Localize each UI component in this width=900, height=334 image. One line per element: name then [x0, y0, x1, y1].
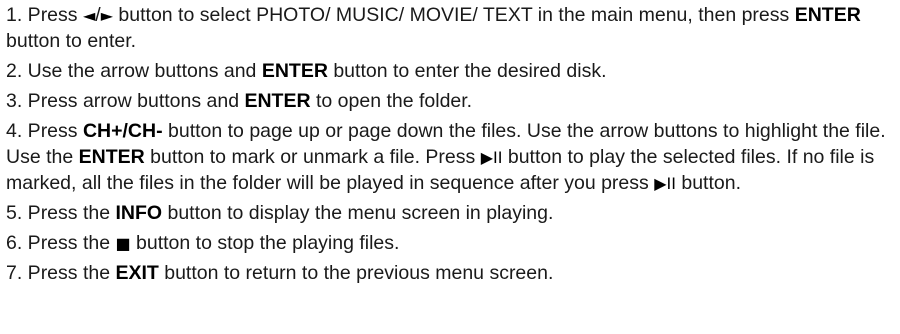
- instruction-step-5: 5. Press the INFO button to display the …: [6, 200, 896, 226]
- right-arrow-icon: ►: [100, 6, 113, 25]
- instruction-step-4: 4. Press CH+/CH- button to page up or pa…: [6, 118, 896, 196]
- step-text: to open the folder.: [310, 90, 473, 112]
- step-text: button.: [675, 172, 741, 194]
- step-text: button to return to the previous menu sc…: [158, 262, 554, 284]
- step-text: Press arrow buttons and: [22, 90, 245, 112]
- step-text: Press: [22, 120, 83, 142]
- stop-icon: ■: [115, 234, 131, 253]
- step-text: button to stop the playing files.: [130, 232, 400, 254]
- step-text: button to enter.: [6, 30, 137, 52]
- step-text: button to enter the desired disk.: [327, 60, 607, 82]
- step-number: 7.: [6, 262, 23, 284]
- step-number: 3.: [6, 90, 23, 112]
- instruction-step-2: 2. Use the arrow buttons and ENTER butto…: [6, 58, 896, 84]
- instruction-step-3: 3. Press arrow buttons and ENTER to open…: [6, 88, 896, 114]
- button-name: INFO: [115, 202, 163, 224]
- step-text: button to mark or unmark a file. Press: [144, 146, 481, 168]
- button-name: ENTER: [78, 146, 145, 168]
- step-text: Press: [22, 4, 83, 26]
- step-text: Use the arrow buttons and: [22, 60, 262, 82]
- instruction-step-6: 6. Press the ■ button to stop the playin…: [6, 230, 896, 256]
- instruction-steps: 1. Press ◄/► button to select PHOTO/ MUS…: [6, 2, 896, 286]
- step-text: button to select PHOTO/ MUSIC/ MOVIE/ TE…: [113, 4, 795, 26]
- instruction-step-1: 1. Press ◄/► button to select PHOTO/ MUS…: [6, 2, 896, 54]
- step-text: button to display the menu screen in pla…: [162, 202, 554, 224]
- step-number: 4.: [6, 120, 23, 142]
- play-pause-icon: ▶II: [654, 174, 676, 193]
- left-arrow-icon: ◄: [82, 6, 96, 25]
- step-text: Press the: [22, 262, 116, 284]
- button-name: CH+/CH-: [82, 120, 163, 142]
- step-number: 1.: [6, 4, 23, 26]
- button-name: ENTER: [244, 90, 311, 112]
- step-number: 2.: [6, 60, 23, 82]
- step-number: 5.: [6, 202, 23, 224]
- step-number: 6.: [6, 232, 23, 254]
- button-name: EXIT: [115, 262, 159, 284]
- instruction-step-7: 7. Press the EXIT button to return to th…: [6, 260, 896, 286]
- step-text: Press the: [22, 232, 116, 254]
- instruction-document: 1. Press ◄/► button to select PHOTO/ MUS…: [0, 0, 900, 334]
- step-text: Press the: [22, 202, 116, 224]
- play-pause-icon: ▶II: [480, 148, 503, 167]
- button-name: ENTER: [261, 60, 328, 82]
- button-name: ENTER: [794, 4, 861, 26]
